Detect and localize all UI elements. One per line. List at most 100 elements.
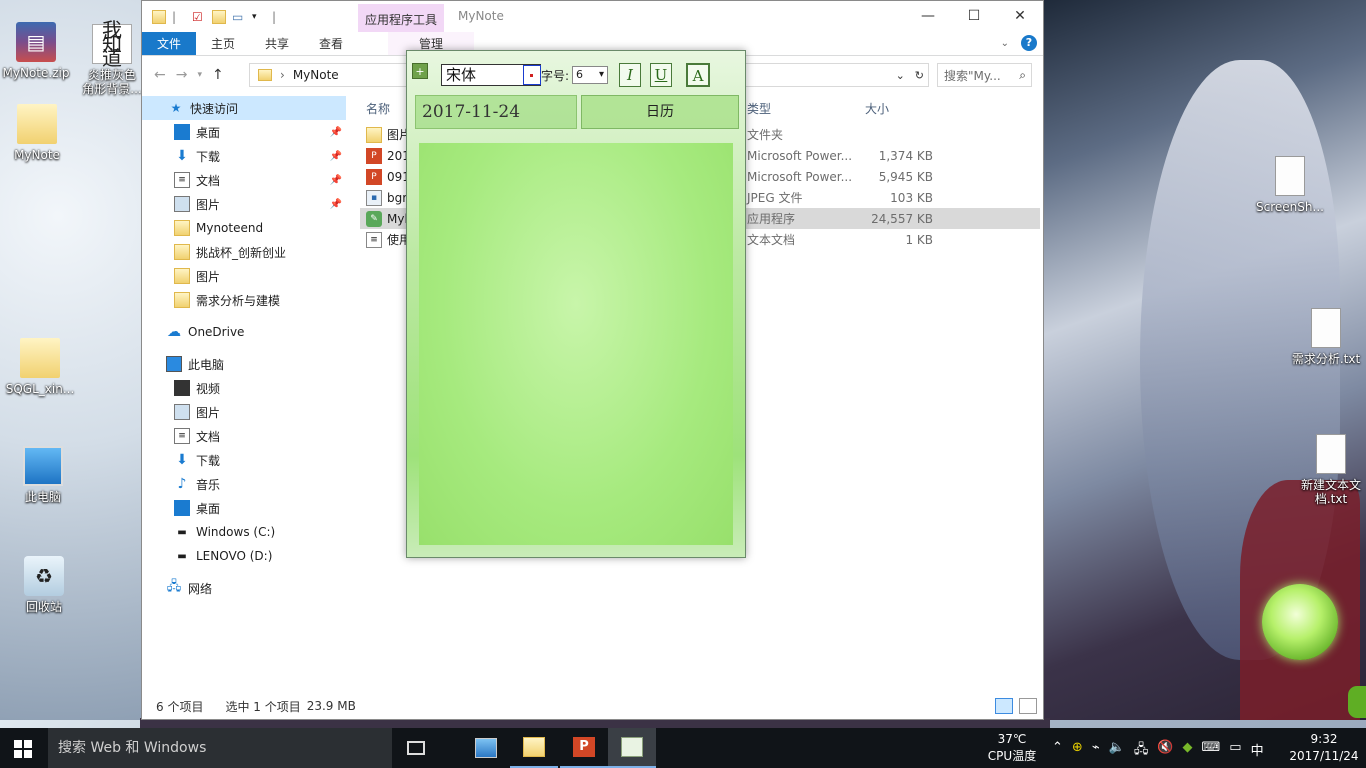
keyboard-icon[interactable]: ⌨ xyxy=(1202,740,1221,762)
nav-item-music[interactable]: ♪ 音乐 xyxy=(142,472,346,496)
nav-item-challenge-cup[interactable]: 挑战杯_创新创业 xyxy=(142,240,346,264)
tab-file[interactable]: 文件 xyxy=(142,32,196,55)
forward-icon[interactable]: → xyxy=(176,67,188,83)
nav-item-downloads[interactable]: ⬇ 下载 📌 xyxy=(142,144,346,168)
font-dropdown-button[interactable] xyxy=(523,65,541,85)
back-icon[interactable]: ← xyxy=(154,67,166,83)
ime-indicator[interactable]: 中 xyxy=(1251,740,1264,762)
nav-item-desktop[interactable]: 桌面 📌 xyxy=(142,120,346,144)
nav-item-label: 下载 xyxy=(196,453,221,468)
search-placeholder: 搜索"My... xyxy=(944,68,1001,83)
network-icon[interactable]: 🖧 xyxy=(1134,740,1149,762)
underline-button[interactable]: U xyxy=(650,63,672,87)
nav-item-pictures-folder[interactable]: 图片 xyxy=(142,264,346,288)
search-icon[interactable]: ⌕ xyxy=(1019,68,1026,83)
floating-widget-tab[interactable] xyxy=(1348,686,1366,718)
properties-icon[interactable]: ☑ xyxy=(192,10,206,24)
breadcrumb-path[interactable]: MyNote xyxy=(293,68,339,82)
nav-item-mynoteend[interactable]: Mynoteend xyxy=(142,216,346,240)
calendar-button[interactable]: 日历 xyxy=(581,95,739,129)
nav-item-pc-pictures[interactable]: 图片 xyxy=(142,400,346,424)
pin-icon[interactable]: 📌 xyxy=(330,199,342,210)
action-center-icon[interactable]: ▭ xyxy=(1229,740,1241,762)
nav-item-pc-desktop[interactable]: 桌面 xyxy=(142,496,346,520)
nav-item-onedrive[interactable]: ☁ OneDrive xyxy=(142,320,346,344)
italic-button[interactable]: I xyxy=(619,63,641,87)
chevron-up-icon[interactable]: ⌃ xyxy=(1052,740,1063,762)
help-icon[interactable]: ? xyxy=(1021,35,1037,51)
tab-share[interactable]: 共享 xyxy=(250,32,304,55)
desktop-icon-recycle-bin[interactable]: ♻ 回收站 xyxy=(4,556,84,614)
details-view-icon[interactable] xyxy=(995,698,1013,714)
gpu-icon[interactable]: ◆ xyxy=(1183,740,1193,762)
task-view-button[interactable] xyxy=(392,728,440,768)
file-type: Microsoft Power... xyxy=(747,169,853,184)
nav-item-drive-c[interactable]: ▬ Windows (C:) xyxy=(142,520,346,544)
tab-view[interactable]: 查看 xyxy=(304,32,358,55)
nav-item-quick-access[interactable]: ★ 快速访问 xyxy=(142,96,346,120)
tab-home[interactable]: 主页 xyxy=(196,32,250,55)
desktop-icon-mynote-folder[interactable]: MyNote xyxy=(0,104,77,162)
nav-item-label: 快速访问 xyxy=(190,101,239,116)
drive-icon: ▬ xyxy=(177,550,187,562)
search-input[interactable]: 搜索"My... ⌕ xyxy=(937,63,1032,87)
new-folder-icon[interactable] xyxy=(212,9,226,24)
nav-item-videos[interactable]: 视频 xyxy=(142,376,346,400)
nav-item-network[interactable]: 🖧 网络 xyxy=(142,576,346,600)
windows-start-icon[interactable] xyxy=(14,740,32,758)
chevron-down-icon[interactable]: ⌄ xyxy=(896,69,905,82)
column-size[interactable]: 大小 xyxy=(865,100,889,117)
close-icon[interactable]: ✕ xyxy=(997,1,1043,31)
usb-icon[interactable]: ⌁ xyxy=(1092,740,1100,762)
nav-item-label: 图片 xyxy=(196,269,221,284)
large-icons-view-icon[interactable] xyxy=(1019,698,1037,714)
context-tab-app-tools[interactable]: 应用程序工具 xyxy=(358,4,444,32)
breadcrumb-separator-icon: › xyxy=(280,68,285,82)
pin-icon[interactable]: 📌 xyxy=(330,151,342,162)
nav-item-documents[interactable]: ≡ 文档 📌 xyxy=(142,168,346,192)
font-size-select[interactable]: 6 xyxy=(572,66,608,84)
pin-icon[interactable]: 📌 xyxy=(330,127,342,138)
desktop-icon-this-pc[interactable]: 此电脑 xyxy=(3,446,83,504)
desktop-icon-requirements-txt[interactable]: 需求分析.txt xyxy=(1286,308,1366,366)
taskbar-app-remote[interactable] xyxy=(462,728,510,768)
desktop-icon-mynote-zip[interactable]: ▤ MyNote.zip xyxy=(0,22,76,80)
desktop-icon-label: 回收站 xyxy=(25,600,62,614)
maximize-icon[interactable]: ☐ xyxy=(951,1,997,31)
column-type[interactable]: 类型 xyxy=(747,100,771,117)
speaker-icon[interactable]: 🔈 xyxy=(1109,740,1125,762)
desktop-icon-new-text[interactable]: 新建文本文 档.txt xyxy=(1296,434,1366,506)
jpeg-file-icon: ▪ xyxy=(366,189,382,206)
taskbar-clock[interactable]: 9:32 2017/11/24 xyxy=(1286,731,1362,765)
desktop-icon-label: 需求分析.txt xyxy=(1291,352,1361,366)
customize-qat-icon[interactable]: ▾ xyxy=(252,10,266,24)
nav-item-pc-documents[interactable]: ≡ 文档 xyxy=(142,424,346,448)
taskbar-app-powerpoint[interactable]: P xyxy=(560,728,608,768)
note-text-area[interactable] xyxy=(419,143,733,545)
expand-ribbon-icon[interactable]: ⌄ xyxy=(1001,38,1009,49)
taskbar-app-mynote[interactable] xyxy=(608,728,656,768)
nav-item-pc-downloads[interactable]: ⬇ 下载 xyxy=(142,448,346,472)
nav-item-requirements[interactable]: 需求分析与建模 xyxy=(142,288,346,312)
desktop-icon-screenshot[interactable]: ScreenSh... xyxy=(1250,156,1330,214)
up-icon[interactable]: ↑ xyxy=(212,67,224,83)
nav-item-this-pc[interactable]: 此电脑 xyxy=(142,352,346,376)
recent-locations-icon[interactable]: ▾ xyxy=(197,67,202,83)
minimize-icon[interactable]: — xyxy=(905,1,951,31)
taskbar-search-input[interactable]: 搜索 Web 和 Windows xyxy=(48,728,392,768)
desktop-icon-image[interactable]: 我知道 炎推灰色 角形背景... xyxy=(72,20,152,96)
plus-circle-icon[interactable]: ⊕ xyxy=(1072,740,1083,762)
pin-icon[interactable]: 📌 xyxy=(330,175,342,186)
system-tray: ⌃ ⊕ ⌁ 🔈 🖧 🔇 ◆ ⌨ ▭ 中 xyxy=(1052,740,1264,762)
floating-widget-orb[interactable] xyxy=(1262,584,1338,660)
desktop-icon-sqgl[interactable]: SQGL_xin... xyxy=(0,338,80,396)
nav-item-drive-d[interactable]: ▬ LENOVO (D:) xyxy=(142,544,346,568)
nav-item-pictures[interactable]: 图片 📌 xyxy=(142,192,346,216)
refresh-icon[interactable]: ↻ xyxy=(915,69,924,82)
add-note-icon[interactable]: + xyxy=(412,63,428,79)
volume-icon[interactable]: 🔇 xyxy=(1157,740,1173,762)
column-name[interactable]: 名称 xyxy=(366,100,390,117)
font-color-button[interactable]: A xyxy=(686,63,710,87)
taskbar-app-explorer[interactable] xyxy=(510,728,558,768)
rename-icon[interactable]: ▭ xyxy=(232,10,246,24)
